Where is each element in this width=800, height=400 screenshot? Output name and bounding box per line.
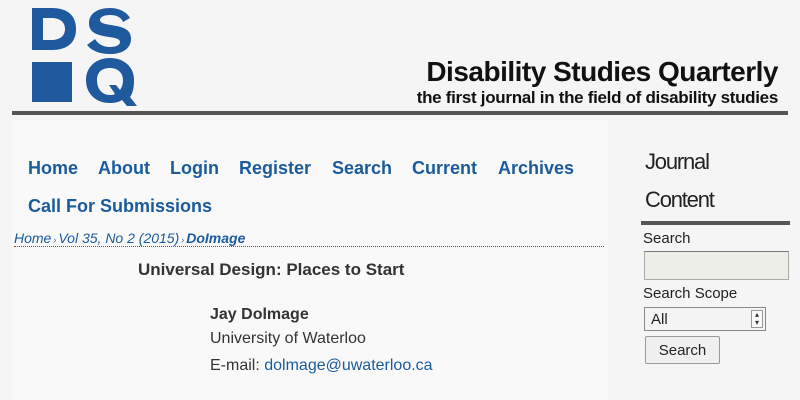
- nav-call-for-submissions[interactable]: Call For Submissions: [28, 196, 212, 217]
- nav-home[interactable]: Home: [28, 158, 78, 179]
- author-email-link[interactable]: dolmage@uwaterloo.ca: [264, 357, 432, 374]
- masthead: Disability Studies Quarterly the first j…: [0, 0, 800, 120]
- author-email-row: E-mail: dolmage@uwaterloo.ca: [210, 357, 433, 375]
- sidebar-divider: [641, 221, 790, 225]
- nav-search[interactable]: Search: [332, 158, 392, 179]
- journal-title: Disability Studies Quarterly: [426, 56, 778, 87]
- breadcrumb-home[interactable]: Home: [14, 230, 51, 246]
- sidebar-heading-line2: Content: [645, 187, 715, 212]
- author-name: Jay Dolmage: [210, 306, 309, 323]
- search-button[interactable]: Search: [645, 336, 720, 364]
- search-scope-label: Search Scope: [643, 285, 738, 302]
- search-input[interactable]: [644, 251, 789, 280]
- breadcrumb-separator: ›: [53, 235, 57, 245]
- nav-archives[interactable]: Archives: [498, 158, 574, 179]
- search-scope-value: All: [651, 311, 668, 328]
- breadcrumb-separator: ›: [181, 235, 185, 245]
- breadcrumb-current[interactable]: DoImage: [186, 230, 245, 246]
- main-content: Home About Login Register Search Current…: [12, 120, 608, 400]
- sidebar-heading: Journal Content: [645, 143, 785, 219]
- author-affiliation: University of Waterloo: [210, 330, 366, 347]
- nav-current[interactable]: Current: [412, 158, 477, 179]
- journal-tagline: the first journal in the field of disabi…: [416, 88, 779, 107]
- breadcrumb-issue[interactable]: Vol 35, No 2 (2015): [58, 230, 179, 246]
- nav-about[interactable]: About: [98, 158, 150, 179]
- header-divider: [12, 111, 788, 115]
- dsq-logo[interactable]: [30, 6, 142, 106]
- nav-register[interactable]: Register: [239, 158, 311, 179]
- email-label: E-mail:: [210, 357, 260, 374]
- select-arrows-icon: ▴ ▾: [751, 310, 763, 328]
- search-label: Search: [643, 230, 691, 247]
- search-scope-select[interactable]: All ▴ ▾: [644, 307, 766, 331]
- sidebar: Journal Content Search Search Scope All …: [641, 143, 791, 400]
- nav-login[interactable]: Login: [170, 158, 219, 179]
- sidebar-heading-line1: Journal: [645, 149, 710, 174]
- article-title: Universal Design: Places to Start: [138, 260, 405, 279]
- breadcrumb: Home › Vol 35, No 2 (2015) › DoImage: [14, 230, 604, 247]
